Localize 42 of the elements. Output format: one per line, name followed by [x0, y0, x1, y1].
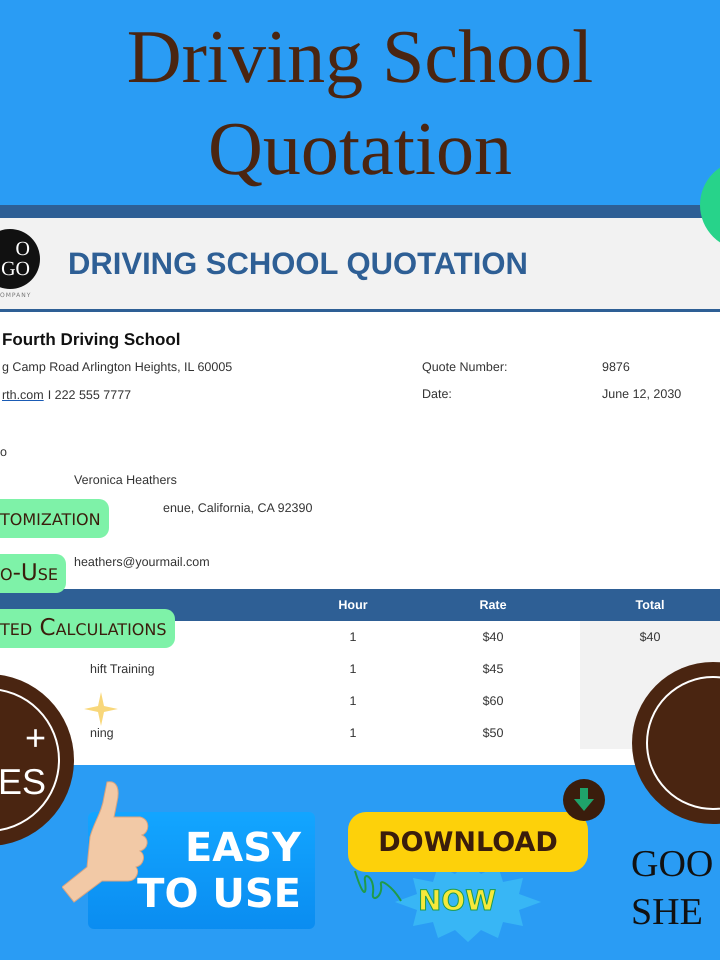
recipient-line: enue, California, CA 92390 [162, 501, 314, 515]
column-header: Total [634, 598, 666, 612]
recipient-line: Veronica Heathers [73, 473, 178, 487]
table-cell: ning [90, 726, 114, 740]
recipient-line: heathers@yourmail.com [73, 555, 211, 569]
feature-tag: o-Use [0, 554, 66, 593]
company-phone: I 222 555 7777 [48, 388, 132, 402]
meta-value: June 12, 2030 [602, 386, 682, 400]
company-address: g Camp Road Arlington Heights, IL 60005 [2, 360, 234, 374]
column-header: Hour [337, 598, 369, 612]
table-cell: hift Training [90, 662, 155, 676]
table-cell: $40 [580, 621, 720, 653]
seal-text: ES [0, 760, 46, 804]
table-cell-text: 1 [348, 629, 358, 646]
download-button[interactable]: DOWNLOAD [348, 812, 588, 872]
table-cell-text: $40 [482, 629, 504, 646]
feature-tag: tomization [0, 499, 109, 538]
sheets-text: SHE [631, 890, 704, 935]
sheets-text: GOO [631, 842, 714, 887]
table-cell-text: 1 [348, 725, 358, 742]
seal-text: + [24, 716, 46, 760]
banner-title: Quotation [208, 106, 512, 192]
banner-title: Driving School [126, 14, 594, 100]
feature-tag: ted Calculations [0, 609, 175, 648]
table-cell-text: $60 [482, 693, 504, 710]
table-cell-text: $50 [482, 725, 504, 742]
now-text: NOW [418, 884, 496, 917]
badge-text: EASY [184, 824, 301, 870]
badge-text: TO USE [137, 870, 301, 916]
recipient-heading: o [0, 445, 8, 459]
column-header: Rate [478, 598, 508, 612]
table-cell-text: 1 [348, 661, 358, 678]
logo: O GO [0, 228, 40, 288]
document-title: DRIVING SCHOOL QUOTATION [68, 246, 528, 282]
table-cell-text: 1 [348, 693, 358, 710]
meta-label: Date: [422, 386, 453, 400]
table-cell-text: $45 [482, 661, 504, 678]
meta-label: Quote Number: [422, 360, 508, 374]
website-link[interactable]: rth.com [2, 384, 44, 403]
company-name: Fourth Driving School [2, 330, 182, 350]
sparkle-icon [84, 692, 118, 726]
meta-value: 9876 [602, 360, 631, 374]
